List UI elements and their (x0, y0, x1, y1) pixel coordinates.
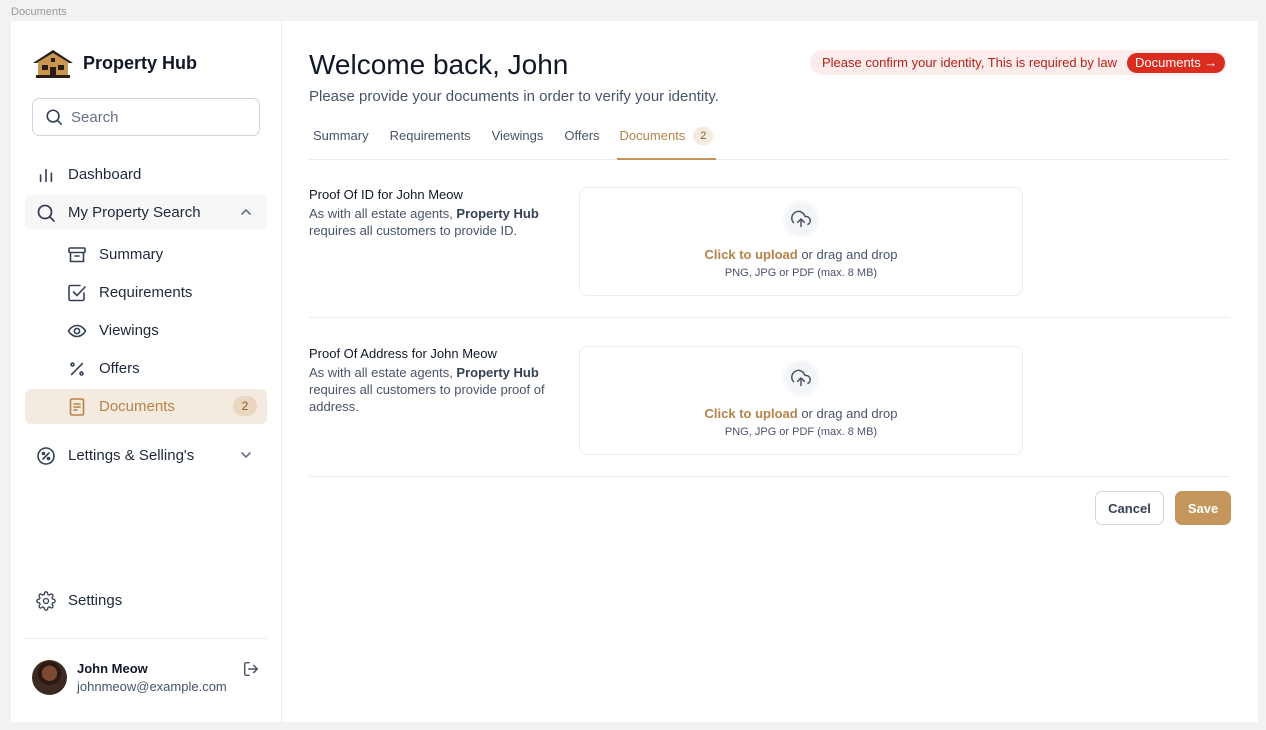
sidebar-item-dashboard[interactable]: Dashboard (25, 157, 267, 192)
sidebar-item-label: Summary (99, 246, 164, 263)
sidebar-item-label: Requirements (99, 284, 193, 301)
chevron-up-icon[interactable] (239, 205, 253, 219)
desc-text: As with all estate agents, (309, 206, 457, 221)
search-icon (46, 109, 63, 126)
search-icon (35, 202, 57, 224)
address-upload-dropzone[interactable]: Click to upload or drag and drop PNG, JP… (579, 346, 1023, 455)
user-profile[interactable]: John Meow johnmeow@example.com (32, 660, 227, 695)
upload-hint: PNG, JPG or PDF (max. 8 MB) (724, 426, 878, 438)
bar-chart-icon (35, 164, 57, 186)
house-logo-icon (33, 50, 73, 78)
gear-icon (35, 590, 57, 612)
tab-offers[interactable]: Offers (560, 124, 603, 160)
count-badge: 2 (233, 396, 257, 416)
logout-icon[interactable] (242, 660, 260, 678)
desc-text: requires all customers to provide proof … (309, 382, 545, 414)
page-title: Welcome back, John (309, 49, 569, 80)
tab-requirements[interactable]: Requirements (386, 124, 475, 160)
document-icon (66, 396, 88, 418)
tab-count-badge: 2 (693, 127, 714, 145)
cancel-button[interactable]: Cancel (1095, 491, 1164, 525)
search-box[interactable] (32, 98, 260, 136)
archive-icon (66, 244, 88, 266)
tab-bar: Summary Requirements Viewings Offers Doc… (309, 124, 1230, 160)
sidebar-item-label: Settings (68, 592, 123, 609)
upload-text: or drag and drop (797, 406, 898, 421)
sidebar-item-offers[interactable]: Offers (25, 351, 267, 386)
sidebar-item-settings[interactable]: Settings (25, 583, 267, 618)
save-button[interactable]: Save (1175, 491, 1231, 525)
brand-name: Property Hub (83, 52, 198, 73)
id-upload-dropzone[interactable]: Click to upload or drag and drop PNG, JP… (579, 187, 1023, 296)
tab-documents[interactable]: Documents 2 (616, 124, 717, 160)
sidebar-item-label: Lettings & Selling's (68, 447, 195, 464)
sidebar-item-label: Offers (99, 360, 140, 377)
sidebar-item-label: Viewings (99, 322, 159, 339)
user-email: johnmeow@example.com (77, 679, 227, 694)
desc-text: As with all estate agents, (309, 365, 457, 380)
section-title: Proof Of Address for John Meow (309, 346, 497, 361)
divider (309, 317, 1230, 318)
section-title: Proof Of ID for John Meow (309, 187, 463, 202)
tab-viewings[interactable]: Viewings (488, 124, 548, 160)
sidebar-item-summary[interactable]: Summary (25, 237, 267, 272)
chevron-down-icon[interactable] (239, 448, 253, 462)
sidebar-item-label: My Property Search (68, 204, 201, 221)
identity-alert: Please confirm your identity, This is re… (810, 50, 1228, 75)
upload-instructions: Click to upload or drag and drop (580, 406, 1022, 421)
tab-label: Viewings (491, 128, 544, 143)
eye-icon (66, 320, 88, 342)
tab-label: Documents (619, 128, 686, 143)
frame-label: Documents (11, 6, 67, 18)
upload-cloud-icon (782, 359, 820, 397)
sidebar: Property Hub Dashboard My Property Searc… (11, 21, 282, 722)
click-to-upload-link[interactable]: Click to upload (705, 247, 798, 262)
tab-label: Offers (564, 128, 600, 143)
percent-badge-icon (35, 445, 57, 467)
avatar (32, 660, 67, 695)
page-subtitle: Please provide your documents in order t… (309, 88, 719, 105)
search-input[interactable] (71, 108, 241, 126)
user-name: John Meow (77, 661, 148, 676)
desc-brand: Property Hub (456, 365, 539, 380)
app-window: Property Hub Dashboard My Property Searc… (11, 21, 1258, 722)
sidebar-item-my-property-search[interactable]: My Property Search (25, 195, 267, 230)
brand[interactable]: Property Hub (31, 47, 197, 79)
sidebar-item-viewings[interactable]: Viewings (25, 313, 267, 348)
checkbox-icon (66, 282, 88, 304)
main-content: Welcome back, John Please provide your d… (282, 21, 1258, 722)
percent-icon (66, 358, 88, 380)
sidebar-item-lettings-selling[interactable]: Lettings & Selling's (25, 438, 267, 473)
upload-hint: PNG, JPG or PDF (max. 8 MB) (724, 267, 878, 279)
section-description: As with all estate agents, Property Hub … (309, 205, 559, 239)
sidebar-item-label: Dashboard (68, 166, 142, 183)
section-description: As with all estate agents, Property Hub … (309, 364, 559, 415)
divider (309, 476, 1230, 477)
alert-message: Please confirm your identity, This is re… (822, 55, 1118, 70)
click-to-upload-link[interactable]: Click to upload (705, 406, 798, 421)
sidebar-item-requirements[interactable]: Requirements (25, 275, 267, 310)
upload-instructions: Click to upload or drag and drop (580, 247, 1022, 262)
desc-text: requires all customers to provide ID. (309, 223, 518, 238)
desc-brand: Property Hub (456, 206, 539, 221)
upload-cloud-icon (782, 200, 820, 238)
documents-alert-button[interactable]: Documents → (1127, 52, 1226, 73)
tab-summary[interactable]: Summary (309, 124, 373, 160)
sidebar-item-label: Documents (99, 398, 175, 415)
sidebar-item-documents[interactable]: Documents 2 (25, 389, 267, 424)
tab-label: Requirements (389, 128, 471, 143)
upload-text: or drag and drop (797, 247, 898, 262)
tab-label: Summary (313, 128, 369, 143)
divider (25, 638, 267, 639)
